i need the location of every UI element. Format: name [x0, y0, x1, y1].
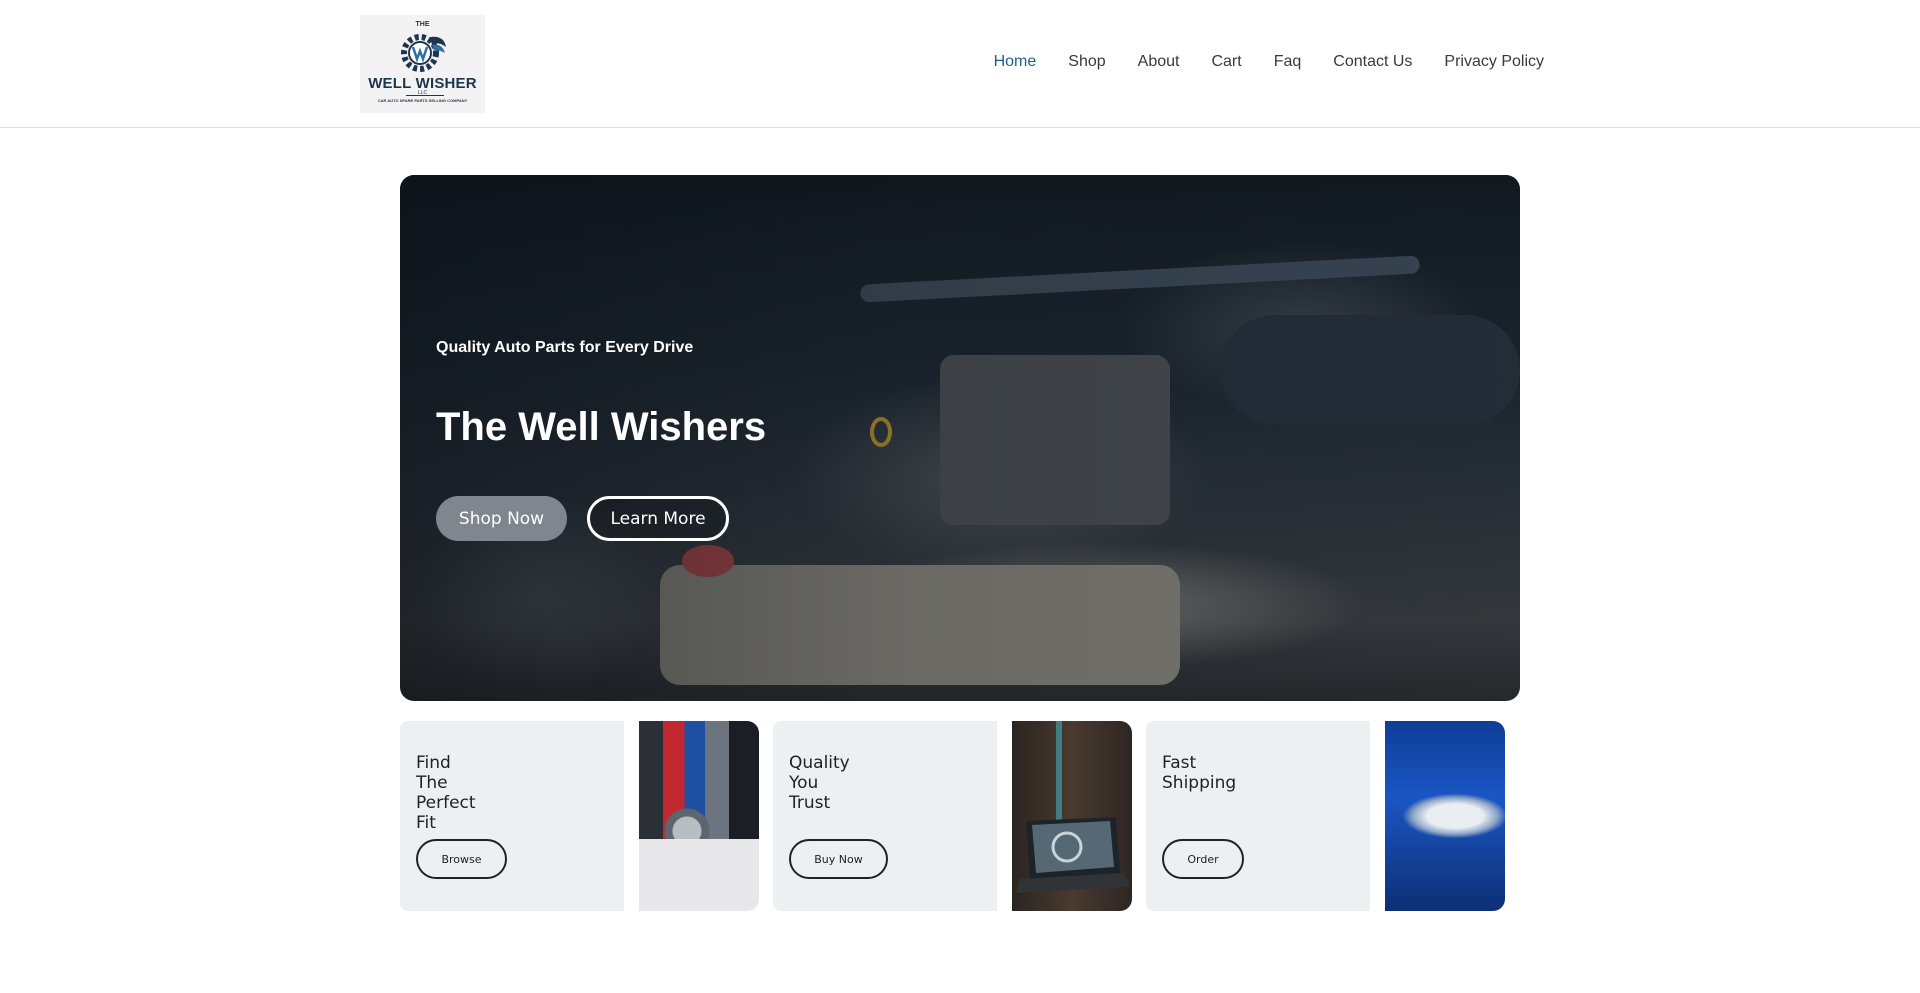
nav-contact-us[interactable]: Contact Us — [1333, 53, 1412, 71]
company-logo[interactable]: THE WELL WISHER LLC CAR AUTO SPARE PARTS… — [360, 15, 485, 113]
feature-card-heading: Fast Shipping — [1162, 753, 1237, 793]
nav-about[interactable]: About — [1138, 53, 1180, 71]
car-suspension-image — [639, 721, 759, 911]
main-navigation: Home Shop About Cart Faq Contact Us Priv… — [994, 53, 1544, 71]
nav-shop[interactable]: Shop — [1068, 53, 1105, 71]
feature-card-heading: Find The Perfect Fit — [416, 753, 476, 833]
feature-card-panel — [773, 721, 997, 911]
nav-home[interactable]: Home — [994, 53, 1037, 71]
laptop-illustration — [1016, 721, 1130, 893]
logo-the-text: THE — [415, 21, 430, 28]
logo-tagline: CAR AUTO SPARE PARTS SELLING COMPANY — [377, 98, 468, 103]
hero-subtitle: Quality Auto Parts for Every Drive — [436, 339, 694, 356]
feature-card-heading: Quality You Trust — [789, 753, 850, 813]
nav-privacy-policy[interactable]: Privacy Policy — [1444, 53, 1544, 71]
gear-logo-icon — [401, 34, 446, 72]
order-button[interactable]: Order — [1162, 839, 1244, 879]
nav-faq[interactable]: Faq — [1274, 53, 1302, 71]
hero-banner: Quality Auto Parts for Every Drive The W… — [400, 175, 1520, 701]
logo-llc: LLC — [417, 90, 428, 96]
nav-cart[interactable]: Cart — [1211, 53, 1241, 71]
car-headlight-image — [1385, 721, 1505, 911]
feature-card-panel — [1146, 721, 1370, 911]
site-header: THE WELL WISHER LLC CAR AUTO SPARE PARTS… — [0, 0, 1920, 128]
browse-button[interactable]: Browse — [416, 839, 507, 879]
buy-now-button[interactable]: Buy Now — [789, 839, 888, 879]
learn-more-button[interactable]: Learn More — [587, 496, 729, 541]
hero-title: The Well Wishers — [436, 405, 767, 449]
shop-now-button[interactable]: Shop Now — [436, 496, 567, 541]
laptop-wheel-image — [1012, 721, 1132, 911]
